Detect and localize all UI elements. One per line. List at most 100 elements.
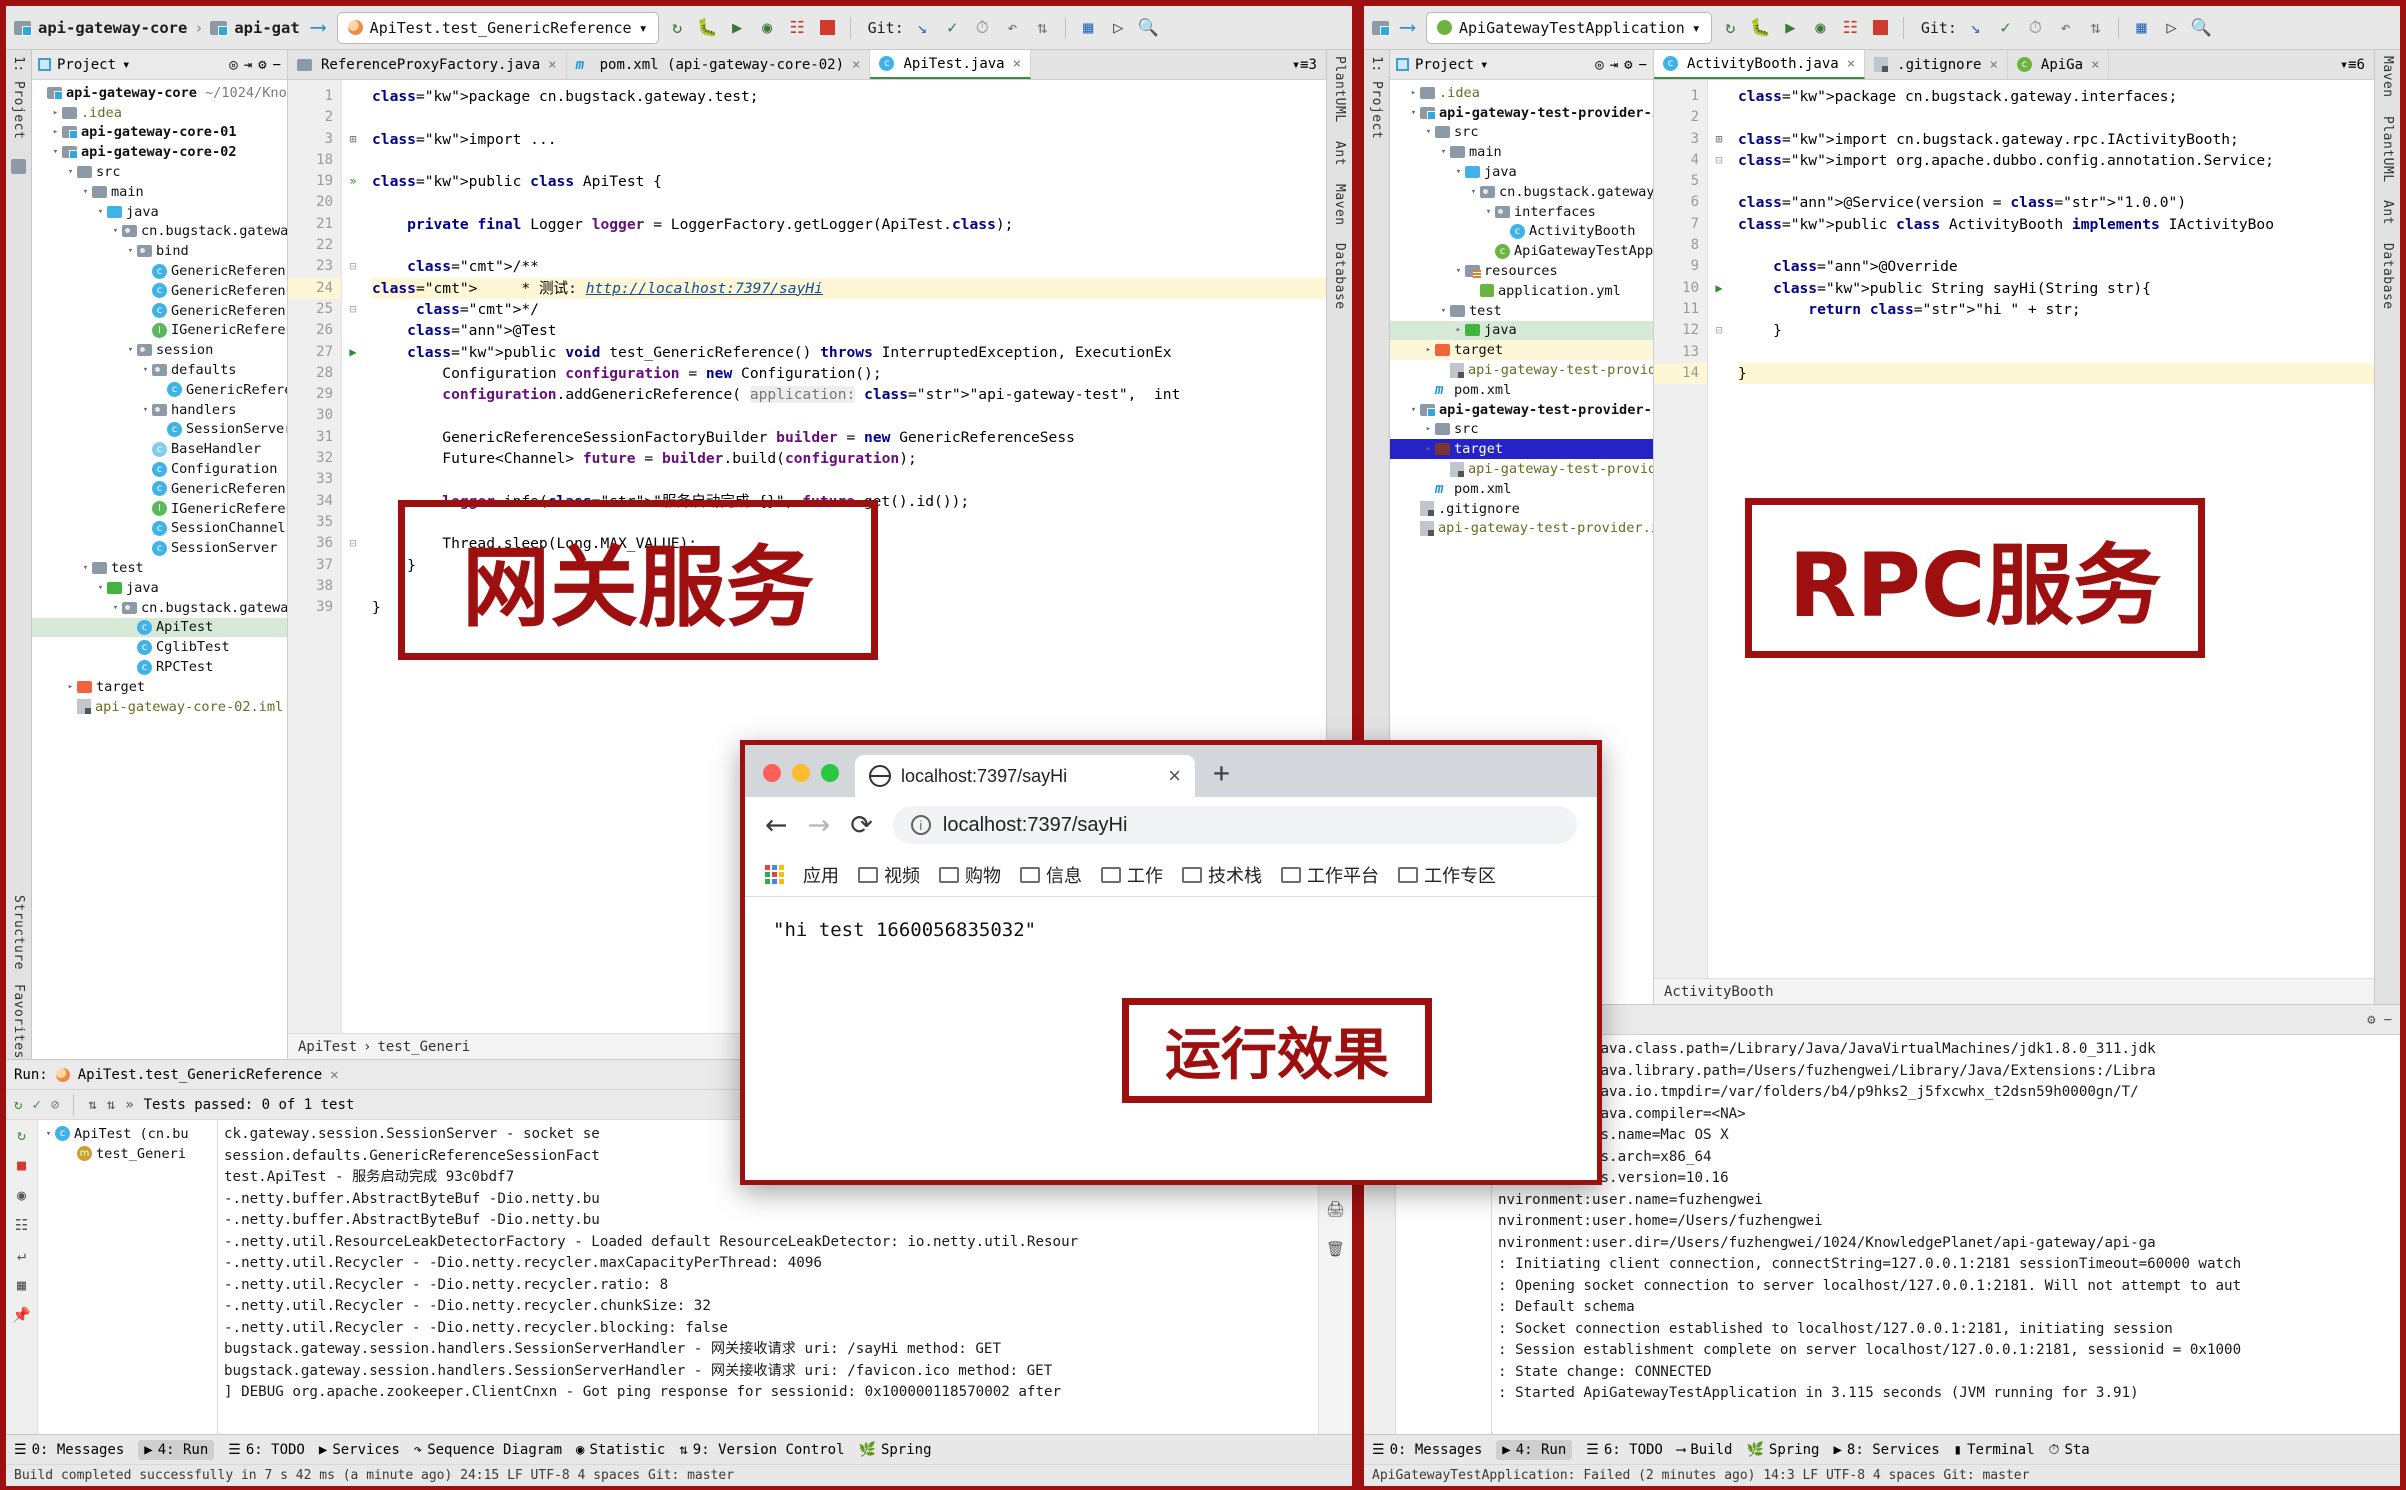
code-line[interactable]: class="ann">@Override <box>1738 256 2374 277</box>
rail-maven-label[interactable]: Maven <box>1332 184 1347 226</box>
run-icon-r[interactable]: ▶ <box>1779 16 1802 39</box>
close-tab-icon[interactable]: × <box>1168 763 1181 789</box>
gutter-mark[interactable] <box>1708 256 1730 277</box>
git-branch-icon-r[interactable]: ⇅ <box>2084 16 2107 39</box>
gutter-mark[interactable] <box>342 214 364 235</box>
hide-icon-run[interactable]: − <box>2384 1012 2392 1028</box>
collapse-all-icon-r[interactable]: ⇥ <box>1610 57 1618 73</box>
tree-item[interactable]: ▸target <box>32 677 287 697</box>
tree-expand-arrow[interactable]: ▾ <box>1467 187 1480 197</box>
gutter-mark[interactable] <box>342 235 364 256</box>
gutter-mark[interactable] <box>342 405 364 426</box>
tree-item[interactable]: ▾api-gateway-core-02 <box>32 142 287 162</box>
git-update-icon-r[interactable]: ↘ <box>1964 16 1987 39</box>
rerun-icon-side[interactable]: ↻ <box>17 1126 26 1144</box>
gutter-mark[interactable] <box>342 555 364 576</box>
rerun-icon[interactable]: ↻ <box>666 16 689 39</box>
tree-item[interactable]: ▾session <box>32 340 287 360</box>
gutter-mark[interactable] <box>342 150 364 171</box>
gutter-mark[interactable]: ⊟ <box>1708 150 1730 171</box>
tree-item[interactable]: ▸.idea <box>32 103 287 123</box>
site-info-icon[interactable]: i <box>911 815 931 835</box>
chevron-down-icon[interactable]: ▾ <box>122 57 130 73</box>
breadcrumb-item-2[interactable]: api-gat <box>234 19 299 37</box>
forward-icon[interactable]: → <box>808 810 831 841</box>
gutter-mark[interactable] <box>1708 107 1730 128</box>
tree-collapse-arrow[interactable]: ▸ <box>1422 444 1435 454</box>
tree-expand-arrow[interactable]: ▾ <box>94 207 107 217</box>
tree-item[interactable]: ▾interfaces <box>1390 202 1653 222</box>
status-bar-item[interactable]: 🌿Spring <box>1746 1442 1819 1458</box>
git-history-icon-r[interactable]: ⏱ <box>2024 16 2047 39</box>
tree-item[interactable]: api-gateway-core~/1024/KnowledgePla <box>32 83 287 103</box>
gutter-mark[interactable] <box>342 320 364 341</box>
profile-icon[interactable]: ☷ <box>786 16 809 39</box>
search-icon[interactable]: 🔍 <box>1137 16 1160 39</box>
tree-item[interactable]: ▾cn.bugstack.gateway <box>32 222 287 242</box>
left-project-tree[interactable]: api-gateway-core~/1024/KnowledgePla▸.ide… <box>32 80 287 1059</box>
status-bar-item[interactable]: ▶Services <box>319 1442 400 1458</box>
chevron-down-icon-r2[interactable]: ▾ <box>1480 57 1488 73</box>
code-line[interactable]: class="kw">public String sayHi(String st… <box>1738 278 2374 299</box>
code-line[interactable]: GenericReferenceSessionFactoryBuilder bu… <box>372 427 1326 448</box>
minimize-window-button[interactable] <box>792 764 810 782</box>
code-line[interactable]: class="cmt"> * 测试: http://localhost:7397… <box>372 278 1326 299</box>
git-history-icon[interactable]: ⏱ <box>971 16 994 39</box>
right-console-output[interactable]: nvironment:java.class.path=/Library/Java… <box>1492 1035 2400 1434</box>
tree-collapse-arrow[interactable]: ▸ <box>1407 88 1420 98</box>
close-tab-icon[interactable]: × <box>2091 57 2099 73</box>
tree-item[interactable]: cRPCTest <box>32 657 287 677</box>
tree-collapse-arrow[interactable]: ▸ <box>1422 345 1435 355</box>
tree-item[interactable]: ▾src <box>32 162 287 182</box>
left-editor-tabs[interactable]: ReferenceProxyFactory.java×mpom.xml (api… <box>288 50 1326 80</box>
maximize-window-button[interactable] <box>821 764 839 782</box>
stop-icon[interactable] <box>816 16 839 39</box>
print-icon[interactable]: 🖨 <box>1326 1200 1345 1218</box>
right-gutter-marks[interactable]: ⊞⊟▶⊟ <box>1708 80 1730 978</box>
gutter-mark[interactable] <box>1708 171 1730 192</box>
hide-icon-r[interactable]: − <box>1639 57 1647 73</box>
bookmark-item[interactable]: 信息 <box>1020 862 1082 888</box>
camera-icon[interactable]: ◉ <box>17 1186 26 1204</box>
close-tab-icon[interactable]: × <box>1989 57 1997 73</box>
reload-icon[interactable]: ⟳ <box>850 810 873 841</box>
tree-item[interactable]: ▾api-gateway-test-provider-rpc <box>1390 400 1653 420</box>
gutter-mark[interactable] <box>342 278 364 299</box>
code-line[interactable] <box>1738 342 2374 363</box>
apps-grid-icon[interactable] <box>765 865 784 884</box>
gutter-mark[interactable] <box>1708 86 1730 107</box>
coverage-icon[interactable]: ◉ <box>756 16 779 39</box>
gutter-mark[interactable]: ⊞ <box>1708 129 1730 150</box>
breadcrumb-method[interactable]: test_Generi <box>377 1039 470 1055</box>
tree-expand-arrow[interactable]: ▾ <box>139 365 152 375</box>
gutter-mark[interactable] <box>342 192 364 213</box>
right-editor-tabs[interactable]: cActivityBooth.java×.gitignore×cApiGa×▾≡… <box>1654 50 2374 80</box>
expand-icon[interactable]: » <box>125 1097 133 1113</box>
gutter-mark[interactable] <box>1708 363 1730 384</box>
address-bar[interactable]: i localhost:7397/sayHi <box>893 806 1577 844</box>
code-line[interactable]: class="cmt">/** <box>372 256 1326 277</box>
code-line[interactable] <box>372 107 1326 128</box>
rail-structure-label[interactable]: Structure <box>11 895 26 970</box>
tree-item[interactable]: ▸api-gateway-core-01 <box>32 123 287 143</box>
tree-item[interactable]: cGenericReferenceSes <box>32 479 287 499</box>
status-bar-item[interactable]: ▮Terminal <box>1954 1442 2035 1458</box>
status-bar-item[interactable]: ⏱Sta <box>2049 1442 2090 1458</box>
tree-item[interactable]: cGenericReferencePro <box>32 261 287 281</box>
close-tab-icon[interactable]: × <box>548 57 556 73</box>
rail-project-label-r[interactable]: 1: Project <box>1369 56 1384 139</box>
structure-icon-r[interactable]: ▦ <box>2130 16 2153 39</box>
code-line[interactable]: configuration.addGenericReference( appli… <box>372 384 1326 405</box>
browser-tab[interactable]: localhost:7397/sayHi × <box>855 755 1195 797</box>
gutter-mark[interactable]: » <box>342 171 364 192</box>
tree-item[interactable]: api-gateway-test-provider.iml <box>1390 519 1653 539</box>
close-window-button[interactable] <box>763 764 781 782</box>
gutter-mark[interactable] <box>342 597 364 618</box>
pin-icon[interactable]: 📌 <box>12 1306 31 1324</box>
gutter-mark[interactable] <box>1708 214 1730 235</box>
tree-item[interactable]: ▸.idea <box>1390 83 1653 103</box>
git-update-icon[interactable]: ↘ <box>911 16 934 39</box>
code-line[interactable]: class="kw">import org.apache.dubbo.confi… <box>1738 150 2374 171</box>
close-tab-icon[interactable]: × <box>1847 56 1855 72</box>
tree-item[interactable]: cGenericReferenceReg <box>32 301 287 321</box>
